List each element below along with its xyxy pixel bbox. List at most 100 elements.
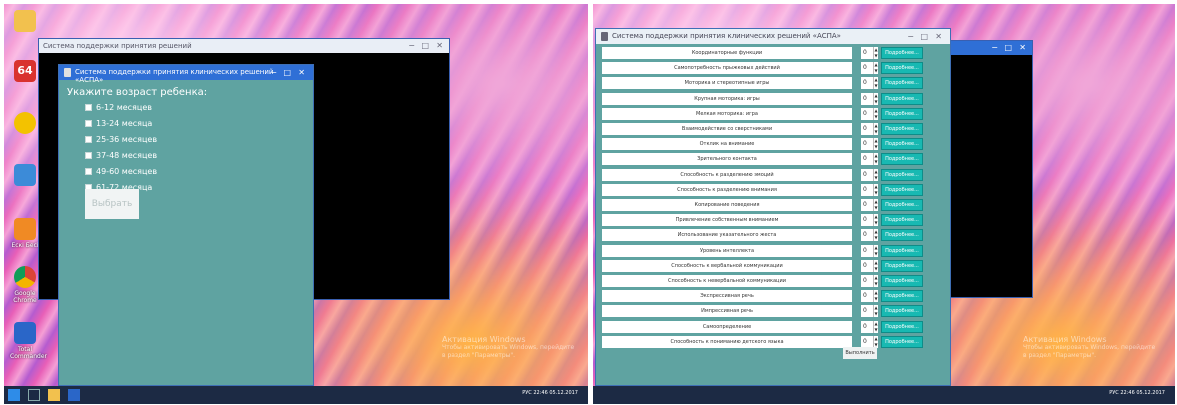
close-icon[interactable]: ✕ bbox=[436, 41, 443, 50]
desktop-icon-64[interactable]: 64 bbox=[10, 60, 40, 84]
details-button[interactable]: Подробнее... bbox=[881, 62, 923, 75]
score-spinbox[interactable]: 0 ▲ ▼ bbox=[861, 199, 878, 211]
execute-button[interactable]: Выполнить bbox=[843, 347, 877, 359]
checkbox[interactable] bbox=[85, 168, 92, 175]
details-button[interactable]: Подробнее... bbox=[881, 214, 923, 227]
score-spinbox[interactable]: 0 ▲ ▼ bbox=[861, 47, 878, 59]
desktop-icon-chrome[interactable]: Google Chrome bbox=[10, 266, 40, 304]
maximize-icon[interactable]: □ bbox=[283, 68, 291, 77]
score-spinbox[interactable]: 0 ▲ ▼ bbox=[861, 320, 878, 333]
score-spinbox[interactable]: 0 ▲ ▼ bbox=[861, 290, 878, 303]
spin-arrows-icon[interactable]: ▲ ▼ bbox=[873, 244, 878, 257]
details-button[interactable]: Подробнее... bbox=[881, 229, 923, 242]
spin-arrows-icon[interactable]: ▲ ▼ bbox=[873, 229, 878, 242]
checkbox[interactable] bbox=[85, 152, 92, 159]
criterion-label: Способность к вербальной коммуникации bbox=[602, 259, 852, 272]
score-spinbox[interactable]: 0 ▲ ▼ bbox=[861, 259, 878, 272]
score-spinbox[interactable]: 0 ▲ ▼ bbox=[861, 183, 878, 196]
spin-arrows-icon[interactable]: ▲ ▼ bbox=[873, 214, 878, 227]
score-spinbox[interactable]: 0 ▲ ▼ bbox=[861, 92, 878, 105]
language-indicator[interactable]: РУС bbox=[522, 390, 532, 396]
start-icon[interactable] bbox=[8, 389, 20, 401]
language-indicator[interactable]: РУС bbox=[1109, 390, 1119, 396]
details-button[interactable]: Подробнее... bbox=[881, 335, 923, 348]
details-button[interactable]: Подробнее... bbox=[881, 107, 923, 120]
minimize-icon[interactable]: − bbox=[270, 68, 277, 77]
spin-arrows-icon[interactable]: ▲ ▼ bbox=[873, 92, 878, 105]
maximize-icon[interactable]: □ bbox=[421, 41, 429, 50]
score-spinbox[interactable]: 0 ▲ ▼ bbox=[861, 107, 878, 120]
score-spinbox[interactable]: 0 ▲ ▼ bbox=[861, 275, 878, 287]
spin-arrows-icon[interactable]: ▲ ▼ bbox=[873, 47, 878, 59]
spin-arrows-icon[interactable]: ▲ ▼ bbox=[873, 275, 878, 287]
details-button[interactable]: Подробнее... bbox=[881, 275, 923, 287]
score-spinbox[interactable]: 0 ▲ ▼ bbox=[861, 305, 878, 318]
close-icon[interactable]: ✕ bbox=[298, 68, 305, 77]
details-button[interactable]: Подробнее... bbox=[881, 153, 923, 166]
spin-arrows-icon[interactable]: ▲ ▼ bbox=[873, 320, 878, 333]
spin-arrows-icon[interactable]: ▲ ▼ bbox=[873, 138, 878, 151]
explorer-icon[interactable] bbox=[48, 389, 60, 401]
details-button[interactable]: Подробнее... bbox=[881, 138, 923, 151]
minimize-icon[interactable]: − bbox=[408, 41, 415, 50]
details-button[interactable]: Подробнее... bbox=[881, 244, 923, 257]
spin-arrows-icon[interactable]: ▲ ▼ bbox=[873, 259, 878, 272]
spin-arrows-icon[interactable]: ▲ ▼ bbox=[873, 123, 878, 135]
details-button[interactable]: Подробнее... bbox=[881, 259, 923, 272]
spin-arrows-icon[interactable]: ▲ ▼ bbox=[873, 199, 878, 211]
desktop-icon-app-2[interactable] bbox=[10, 164, 40, 188]
score-spinbox[interactable]: 0 ▲ ▼ bbox=[861, 335, 878, 348]
desktop-icon-eski-besi[interactable]: Ескі Бесі bbox=[10, 218, 40, 249]
checkbox[interactable] bbox=[85, 104, 92, 111]
age-option[interactable]: 25-36 месяцев bbox=[85, 135, 157, 144]
spin-arrows-icon[interactable]: ▲ ▼ bbox=[873, 305, 878, 318]
details-button[interactable]: Подробнее... bbox=[881, 92, 923, 105]
details-button[interactable]: Подробнее... bbox=[881, 305, 923, 318]
score-spinbox[interactable]: 0 ▲ ▼ bbox=[861, 62, 878, 75]
system-tray: РУС 22:46 05.12.2017 bbox=[1109, 390, 1165, 396]
spin-arrows-icon[interactable]: ▲ ▼ bbox=[873, 335, 878, 348]
details-button[interactable]: Подробнее... bbox=[881, 168, 923, 181]
spin-arrows-icon[interactable]: ▲ ▼ bbox=[873, 153, 878, 166]
age-option[interactable]: 6-12 месяцев bbox=[85, 103, 152, 112]
spin-arrows-icon[interactable]: ▲ ▼ bbox=[873, 168, 878, 181]
desktop-icon-folder[interactable] bbox=[10, 10, 40, 34]
details-button[interactable]: Подробнее... bbox=[881, 77, 923, 90]
details-button[interactable]: Подробнее... bbox=[881, 123, 923, 135]
choose-button[interactable]: Выбрать bbox=[85, 189, 139, 219]
details-button[interactable]: Подробнее... bbox=[881, 183, 923, 196]
age-option[interactable]: 37-48 месяцев bbox=[85, 151, 157, 160]
score-spinbox[interactable]: 0 ▲ ▼ bbox=[861, 153, 878, 166]
desktop-icon-total-commander[interactable]: Total Commander bbox=[10, 322, 47, 360]
close-icon[interactable]: ✕ bbox=[1019, 43, 1026, 52]
score-spinbox[interactable]: 0 ▲ ▼ bbox=[861, 168, 878, 181]
details-button[interactable]: Подробнее... bbox=[881, 290, 923, 303]
score-spinbox[interactable]: 0 ▲ ▼ bbox=[861, 123, 878, 135]
app-taskbar-icon[interactable] bbox=[68, 389, 80, 401]
close-icon[interactable]: ✕ bbox=[935, 32, 942, 41]
spin-arrows-icon[interactable]: ▲ ▼ bbox=[873, 290, 878, 303]
age-option[interactable]: 13-24 месяца bbox=[85, 119, 152, 128]
spin-arrows-icon[interactable]: ▲ ▼ bbox=[873, 183, 878, 196]
score-spinbox[interactable]: 0 ▲ ▼ bbox=[861, 214, 878, 227]
checkbox[interactable] bbox=[85, 136, 92, 143]
checkbox[interactable] bbox=[85, 120, 92, 127]
score-spinbox[interactable]: 0 ▲ ▼ bbox=[861, 138, 878, 151]
desktop-icon-app[interactable] bbox=[10, 112, 40, 136]
task-view-icon[interactable] bbox=[28, 389, 40, 401]
minimize-icon[interactable]: − bbox=[907, 32, 914, 41]
app-title: Система поддержки принятия клинических р… bbox=[612, 32, 841, 40]
maximize-icon[interactable]: □ bbox=[920, 32, 928, 41]
spin-arrows-icon[interactable]: ▲ ▼ bbox=[873, 77, 878, 90]
minimize-icon[interactable]: − bbox=[991, 43, 998, 52]
details-button[interactable]: Подробнее... bbox=[881, 199, 923, 211]
spin-arrows-icon[interactable]: ▲ ▼ bbox=[873, 107, 878, 120]
maximize-icon[interactable]: □ bbox=[1004, 43, 1012, 52]
details-button[interactable]: Подробнее... bbox=[881, 320, 923, 333]
score-spinbox[interactable]: 0 ▲ ▼ bbox=[861, 229, 878, 242]
score-spinbox[interactable]: 0 ▲ ▼ bbox=[861, 77, 878, 90]
age-option[interactable]: 49-60 месяцев bbox=[85, 167, 157, 176]
score-spinbox[interactable]: 0 ▲ ▼ bbox=[861, 244, 878, 257]
spin-arrows-icon[interactable]: ▲ ▼ bbox=[873, 62, 878, 75]
details-button[interactable]: Подробнее... bbox=[881, 47, 923, 59]
